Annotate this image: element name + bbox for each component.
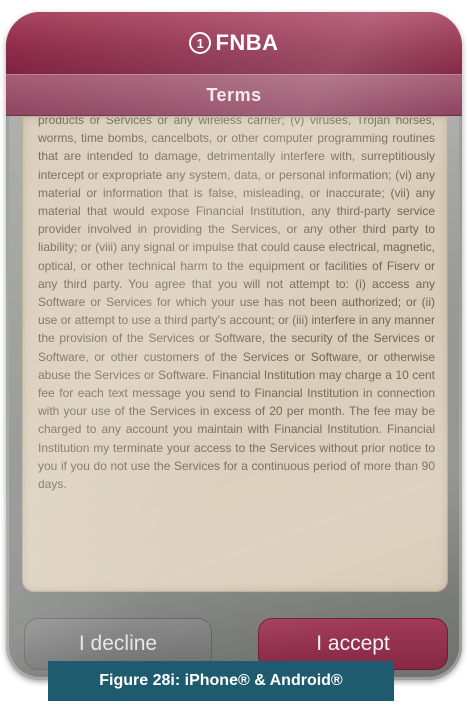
logo-one-icon: 1 bbox=[189, 32, 212, 54]
fnba-logo: 1 FNBA bbox=[189, 30, 278, 56]
page-title-bar: Terms bbox=[6, 74, 462, 116]
terms-text: products or Services or any wireless car… bbox=[38, 116, 435, 492]
brand-name: FNBA bbox=[215, 30, 279, 55]
terms-scroll-area[interactable]: products or Services or any wireless car… bbox=[22, 116, 448, 592]
app-header: 1 FNBA bbox=[6, 12, 462, 75]
page-title: Terms bbox=[206, 84, 262, 105]
figure-caption: Figure 28i: iPhone® & Android® bbox=[48, 661, 394, 701]
phone-screen: 1 FNBA Terms products or Services or any… bbox=[6, 12, 462, 680]
